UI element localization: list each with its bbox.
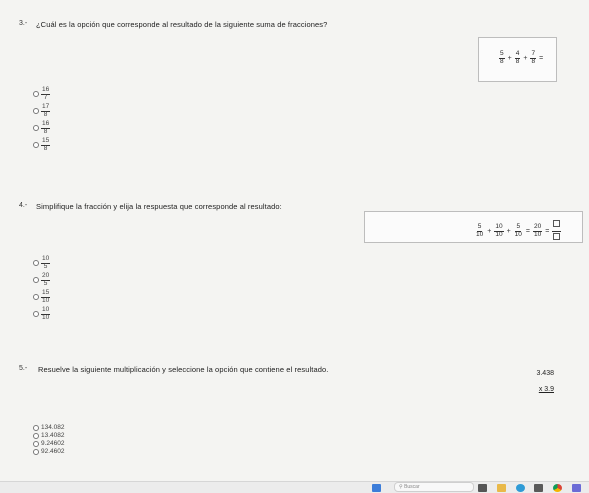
radio-button[interactable] [33,432,39,439]
option-label: 134.082 [41,424,65,431]
option-label: 92.4602 [41,448,65,455]
question-5-text: Resuelve la siguiente multiplicación y s… [38,365,329,374]
question-3-options: 16 7 17 8 16 8 15 8 [33,86,51,152]
radio-button[interactable] [33,125,39,131]
question-4-expression: 5 10 + 10 10 + 5 10 = 20 10 = [475,220,562,242]
equals-sign: = [539,54,544,62]
option-fraction: 10 5 [41,255,51,270]
question-3-expression-box: 58 + 48 + 78 = [478,37,557,82]
question-4-expression-box: 5 10 + 10 10 + 5 10 = 20 10 = [364,211,583,243]
numerator-blank[interactable] [553,220,561,227]
question-5-number: 5.- [19,365,28,372]
question-4-text: Simplifique la fracción y elija la respu… [36,202,282,211]
option-fraction: 15 8 [41,137,51,152]
expr-fraction: 10 10 [494,223,504,238]
search-label: Buscar [404,484,420,490]
option-92-4602[interactable]: 92.4602 [33,448,65,455]
option-fraction: 16 8 [41,120,51,135]
option-fraction: 16 7 [41,86,51,101]
option-10-5[interactable]: 10 5 [33,255,51,270]
plus-sign: + [507,54,512,62]
file-explorer-icon[interactable] [497,484,506,492]
option-fraction: 20 5 [41,272,51,287]
denominator-blank[interactable] [553,232,561,240]
expr-fraction: 58 [499,50,505,65]
expr-fraction: 78 [530,50,537,65]
radio-button[interactable] [33,260,39,266]
radio-button[interactable] [33,277,39,283]
question-4-number: 4.- [19,202,28,209]
radio-button[interactable] [33,142,39,148]
windows-start-icon[interactable] [372,484,381,492]
question-3-text: ¿Cuál es la opción que corresponde al re… [36,20,328,29]
answer-blank-fraction[interactable] [552,220,562,242]
radio-button[interactable] [33,108,39,114]
option-fraction: 10 10 [41,306,51,321]
edge-browser-icon[interactable] [516,484,525,492]
option-17-8[interactable]: 17 8 [33,103,51,118]
radio-button[interactable] [33,424,39,431]
expr-fraction: 5 10 [514,223,522,238]
radio-button[interactable] [33,448,39,455]
question-3-expression: 58 + 48 + 78 = [499,50,544,65]
radio-button[interactable] [33,294,39,300]
option-fraction: 15 10 [41,289,51,304]
option-9-24602[interactable]: 9.24602 [33,440,65,447]
option-16-8[interactable]: 16 8 [33,120,51,135]
radio-button[interactable] [33,311,39,317]
expr-fraction: 48 [514,50,521,65]
task-view-icon[interactable] [478,484,487,492]
option-13-4082[interactable]: 13.4082 [33,432,65,439]
option-134-082[interactable]: 134.082 [33,424,65,431]
store-icon[interactable] [534,484,543,492]
option-15-8[interactable]: 15 8 [33,137,51,152]
option-label: 13.4082 [41,432,65,439]
multiplier: x 3.9 [538,386,554,393]
question-4-options: 10 5 20 5 15 10 10 10 [33,255,51,321]
equals-sign: = [545,227,550,235]
option-15-10[interactable]: 15 10 [33,289,51,304]
multiplicand: 3.438 [536,370,554,377]
question-5-options: 134.082 13.4082 9.24602 92.4602 [33,424,65,455]
option-10-10[interactable]: 10 10 [33,306,51,321]
equals-sign: = [525,227,530,235]
plus-sign: + [523,54,528,62]
app-icon[interactable] [572,484,581,492]
radio-button[interactable] [33,91,39,97]
search-box[interactable]: ⚲ Buscar [394,482,474,492]
plus-sign: + [506,227,511,235]
question-3-number: 3.- [19,20,28,27]
option-label: 9.24602 [41,440,65,447]
option-16-7[interactable]: 16 7 [33,86,51,101]
radio-button[interactable] [33,440,39,447]
multiplication-block: 3.438 x 3.9 [510,370,554,393]
taskbar: ⚲ Buscar [0,481,589,493]
expr-sum-fraction: 20 10 [532,223,543,238]
chrome-icon[interactable] [553,484,562,492]
option-fraction: 17 8 [41,103,51,118]
search-icon: ⚲ [399,484,403,490]
plus-sign: + [487,227,492,235]
expr-fraction: 5 10 [476,223,484,238]
option-20-5[interactable]: 20 5 [33,272,51,287]
